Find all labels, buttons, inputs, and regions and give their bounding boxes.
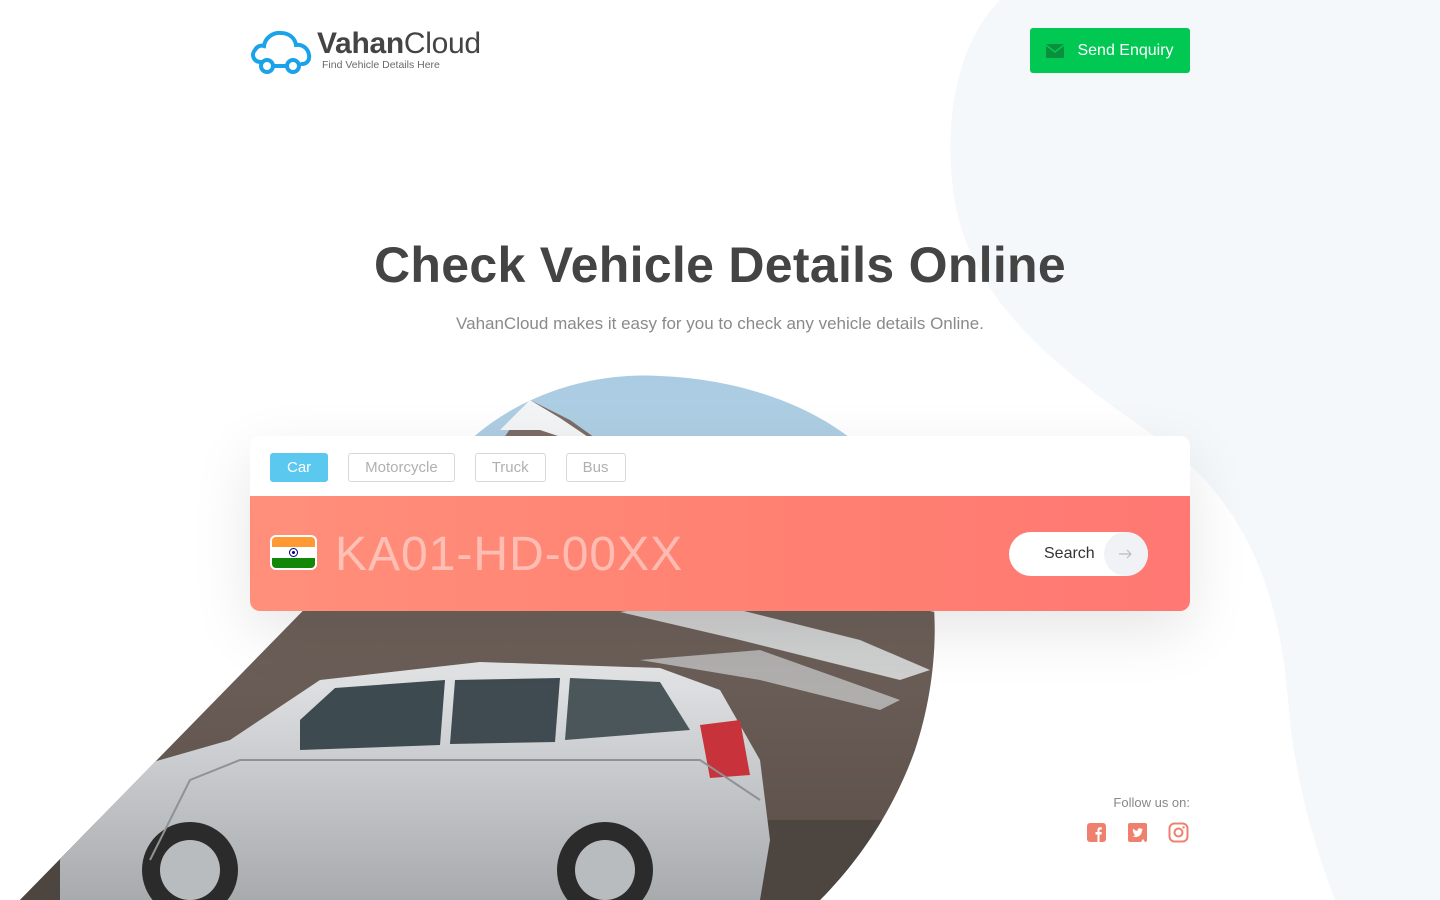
page-title: Check Vehicle Details Online xyxy=(373,237,1067,293)
tab-truck[interactable]: Truck xyxy=(474,453,546,482)
brand-name: VahanCloud xyxy=(317,28,481,60)
cloud-car-icon xyxy=(251,30,312,74)
facebook-icon[interactable] xyxy=(1086,822,1107,843)
arrow-right-icon xyxy=(1104,532,1148,576)
tab-car[interactable]: Car xyxy=(270,453,329,482)
social-links xyxy=(1086,822,1189,843)
search-button[interactable]: Search xyxy=(1009,532,1148,576)
brand-name-light: Cloud xyxy=(403,27,481,60)
plate-search-bar: Search xyxy=(250,496,1190,611)
mail-icon xyxy=(1046,43,1065,58)
tab-bus[interactable]: Bus xyxy=(565,453,626,482)
plate-number-input[interactable] xyxy=(335,524,935,584)
india-flag-icon xyxy=(270,535,317,570)
follow-us-label: Follow us on: xyxy=(1113,795,1190,810)
send-enquiry-button[interactable]: Send Enquiry xyxy=(1030,28,1190,73)
tab-motorcycle[interactable]: Motorcycle xyxy=(348,453,455,482)
instagram-icon[interactable] xyxy=(1168,822,1189,843)
twitter-icon[interactable] xyxy=(1127,822,1148,843)
send-enquiry-label: Send Enquiry xyxy=(1077,41,1174,59)
search-button-label: Search xyxy=(1044,545,1095,562)
brand-tagline: Find Vehicle Details Here xyxy=(322,59,440,71)
brand-logo[interactable]: VahanCloud Find Vehicle Details Here xyxy=(249,24,481,76)
brand-name-bold: Vahan xyxy=(317,27,404,60)
page-subtitle: VahanCloud makes it easy for you to chec… xyxy=(456,314,984,333)
vehicle-type-tabs: Car Motorcycle Truck Bus xyxy=(270,453,646,482)
vehicle-search-card: Car Motorcycle Truck Bus Search xyxy=(250,436,1190,611)
